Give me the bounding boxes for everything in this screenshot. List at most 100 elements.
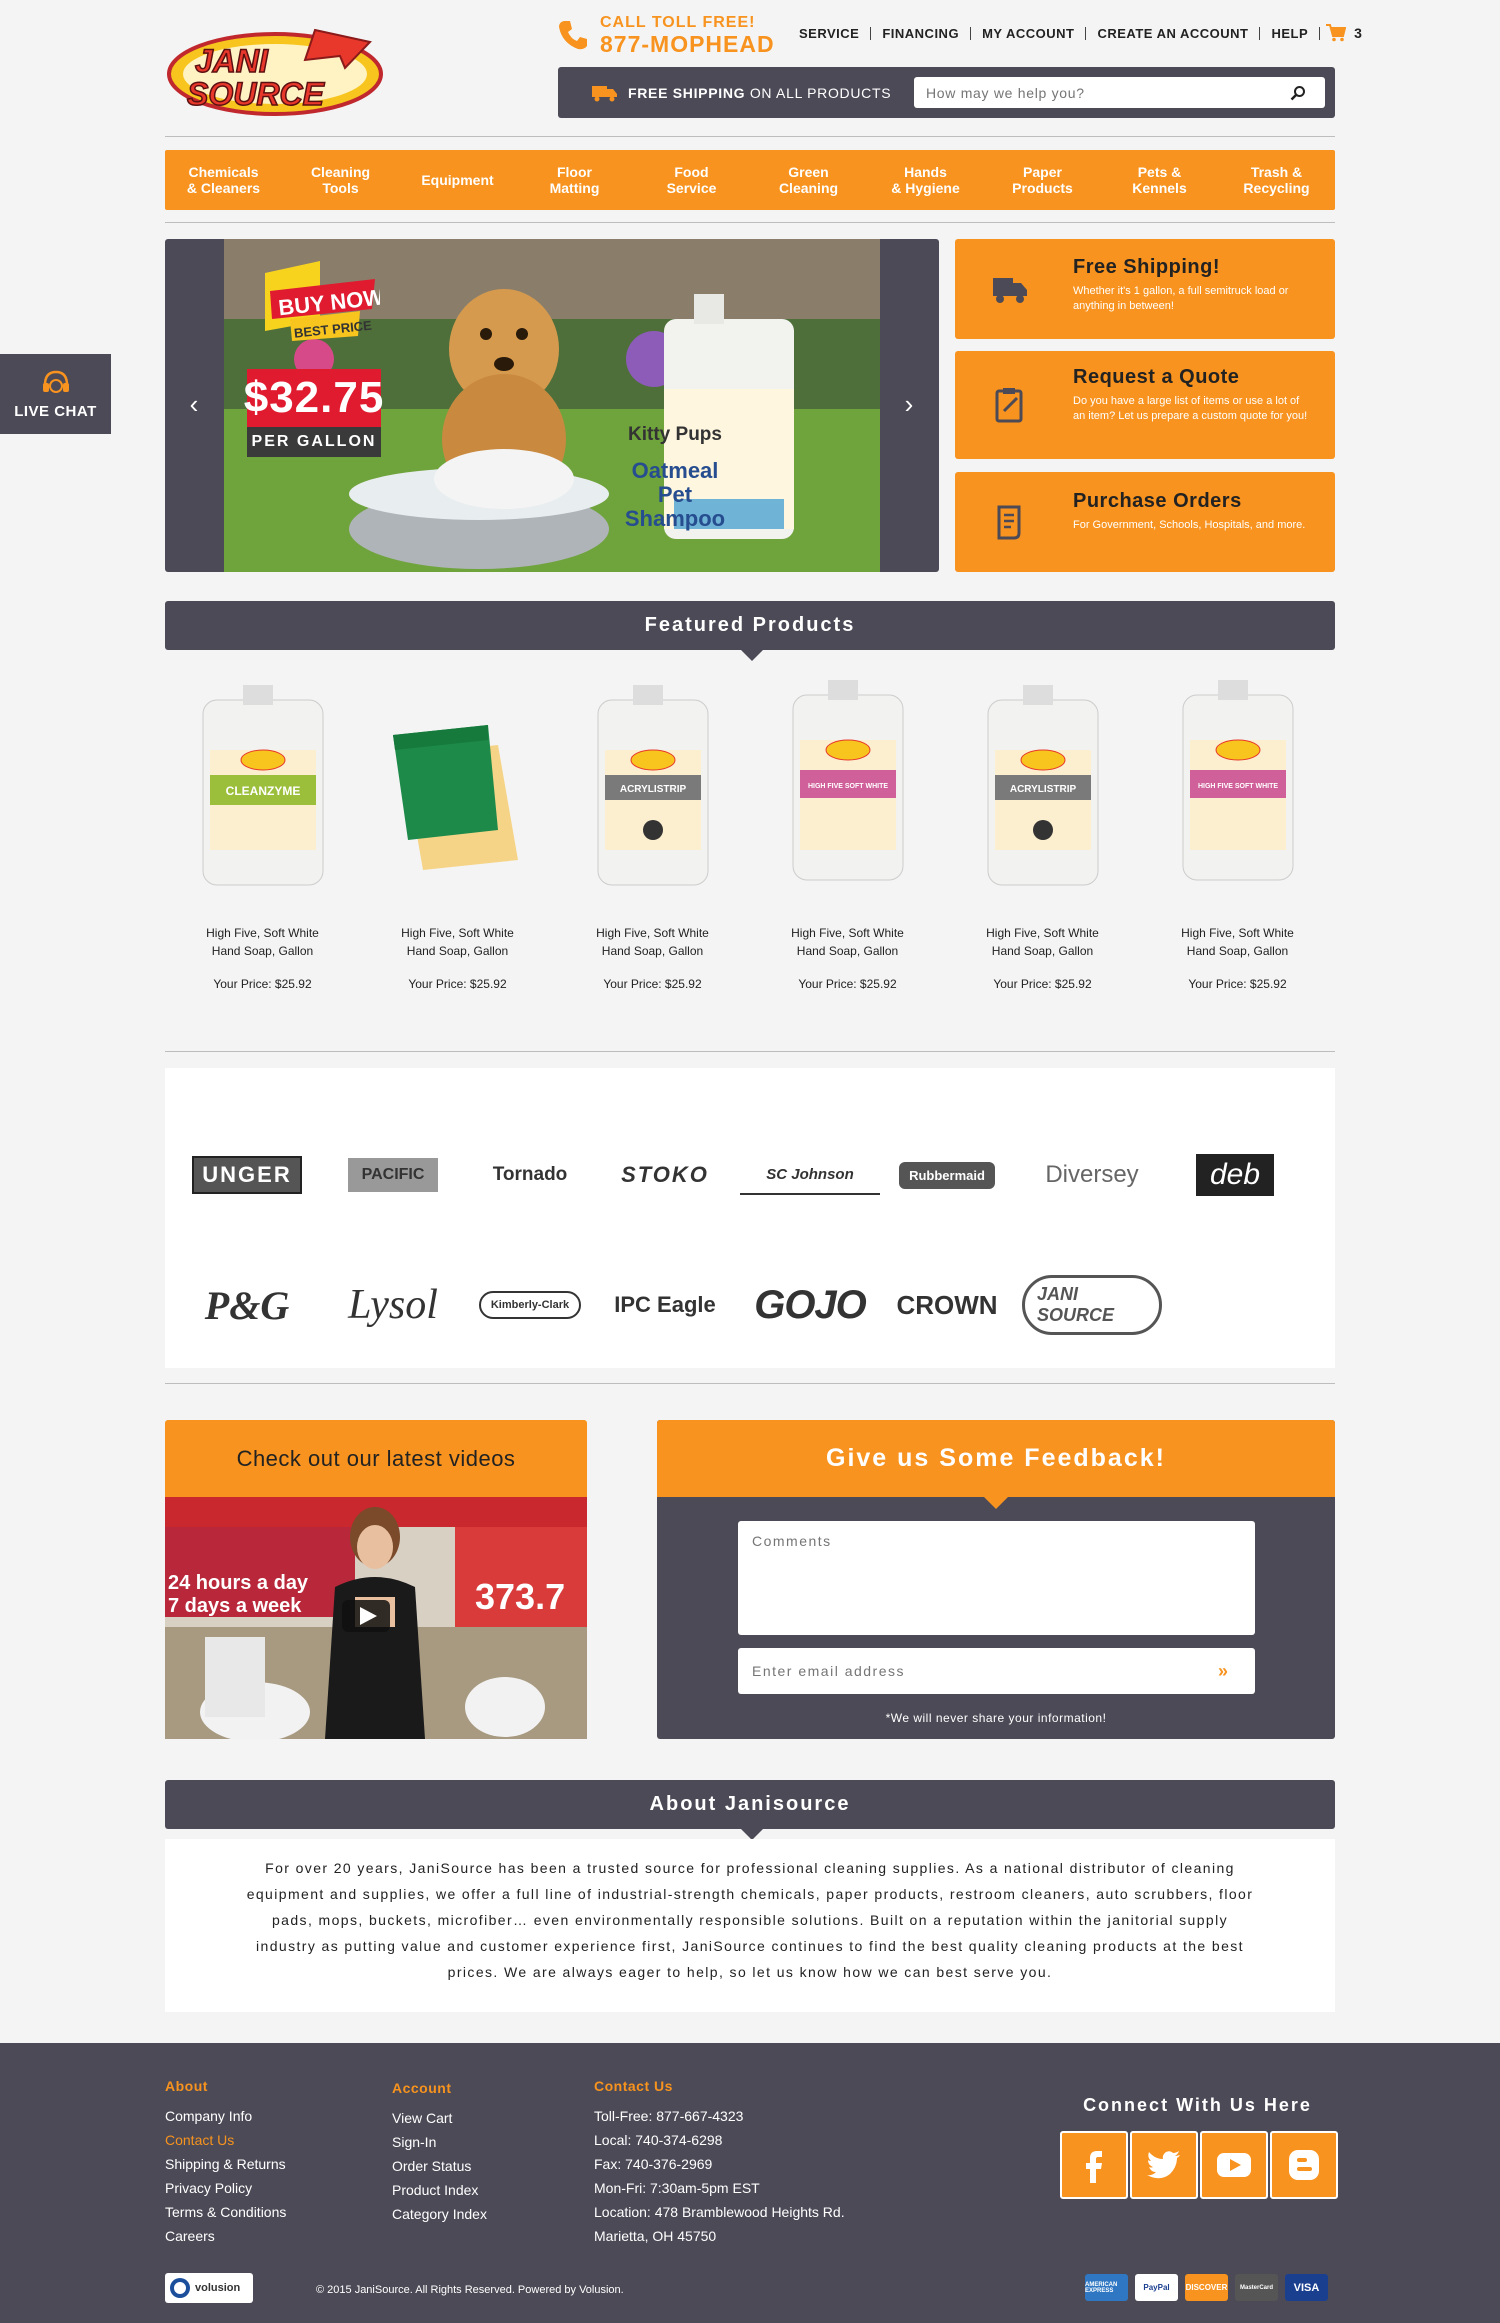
product-card[interactable]: HIGH FIVE SOFT WHITE High Five, Soft Whi… [1140,680,1335,1020]
product-card[interactable]: HIGH FIVE SOFT WHITE High Five, Soft Whi… [750,680,945,1020]
product-name[interactable]: High Five, Soft White Hand Soap, Gallon [945,924,1140,960]
twitter-button[interactable] [1130,2131,1198,2199]
contact-line: Mon-Fri: 7:30am-5pm EST [594,2180,760,2196]
product-price: Your Price: $25.92 [213,977,312,991]
footer-link[interactable]: Category Index [392,2202,487,2226]
brand-lysol[interactable]: Lysol [323,1270,463,1340]
product-name[interactable]: High Five, Soft White Hand Soap, Gallon [555,924,750,960]
promo-desc: Do you have a large list of items or use… [1073,395,1308,422]
category-paper-products[interactable]: Paper Products [984,150,1101,210]
brand-stoko[interactable]: STOKO [595,1140,735,1210]
email-field[interactable] [738,1651,1198,1691]
product-image[interactable]: CLEANZYME [188,680,338,910]
cart-button[interactable]: 3 [1326,24,1362,42]
footer-link[interactable]: Privacy Policy [165,2176,286,2200]
product-name[interactable]: High Five, Soft White Hand Soap, Gallon [750,924,945,960]
nav-service[interactable]: SERVICE [795,26,872,40]
paypal-icon: PayPal [1135,2274,1178,2301]
search-input[interactable] [914,78,1284,107]
facebook-icon [1086,2151,1102,2183]
products-divider [165,1051,1335,1052]
slider-next-button[interactable]: › [894,389,924,419]
promo-free-shipping[interactable]: Free Shipping! Whether it's 1 gallon, a … [955,239,1335,339]
brand-gojo[interactable]: GOJO [740,1270,880,1340]
blogger-icon [1289,2150,1319,2180]
brand-scjohnson[interactable]: SC Johnson [740,1155,880,1195]
footer-about: About Company Info Contact Us Shipping &… [165,2078,286,2248]
svg-text:SOURCE: SOURCE [187,76,326,112]
nav-create-account[interactable]: CREATE AN ACCOUNT [1086,26,1261,40]
footer-link[interactable]: Order Status [392,2154,487,2178]
product-card[interactable]: ACRYLISTRIP High Five, Soft White Hand S… [945,680,1140,1020]
hero-slider[interactable]: BUY NOW BEST PRICE $32.75 PER GALLON Kit… [165,239,939,572]
category-equipment[interactable]: Equipment [399,150,516,210]
category-hands-hygiene[interactable]: Hands & Hygiene [867,150,984,210]
live-chat-button[interactable]: LIVE CHAT [0,354,111,434]
submit-arrow-icon[interactable]: » [1218,1661,1228,1682]
product-image[interactable]: HIGH FIVE SOFT WHITE [1163,680,1313,910]
slider-prev-button[interactable]: ‹ [179,389,209,419]
category-pets-kennels[interactable]: Pets & Kennels [1101,150,1218,210]
product-price: Your Price: $25.92 [603,977,702,991]
brand-deb[interactable]: deb [1165,1140,1305,1210]
brand-ipc-eagle[interactable]: IPC Eagle [595,1270,735,1340]
svg-text:JANI: JANI [195,43,269,79]
footer-link[interactable]: Sign-In [392,2130,487,2154]
product-name[interactable]: High Five, Soft White Hand Soap, Gallon [165,924,360,960]
footer-link[interactable]: Terms & Conditions [165,2200,286,2224]
category-food-service[interactable]: Food Service [633,150,750,210]
product-name[interactable]: High Five, Soft White Hand Soap, Gallon [360,924,555,960]
toll-free-phone[interactable]: CALL TOLL FREE! 877-MOPHEAD [556,14,775,57]
footer-link[interactable]: Company Info [165,2104,286,2128]
product-image[interactable] [383,680,533,910]
blogger-button[interactable] [1270,2131,1338,2199]
email-row: » [738,1648,1255,1694]
brand-rubbermaid[interactable]: Rubbermaid [877,1140,1017,1210]
nav-help[interactable]: HELP [1260,26,1321,40]
about-text: For over 20 years, JaniSource has been a… [246,1860,1254,1980]
brand-tornado[interactable]: Tornado [460,1140,600,1210]
product-name[interactable]: High Five, Soft White Hand Soap, Gallon [1140,924,1335,960]
promo-request-quote[interactable]: Request a Quote Do you have a large list… [955,351,1335,459]
promo-purchase-orders[interactable]: Purchase Orders For Government, Schools,… [955,472,1335,572]
social-links [1060,2131,1338,2199]
brand-crown[interactable]: CROWN [877,1270,1017,1340]
search-icon[interactable] [1290,85,1306,101]
brand-diversey[interactable]: Diversey [1022,1140,1162,1210]
contact-line: Location: 478 Bramblewood Heights Rd. [594,2204,845,2220]
brand-pacific[interactable]: PACIFIC [323,1140,463,1210]
brand-unger[interactable]: UNGER [177,1140,317,1210]
privacy-note: *We will never share your information! [885,1711,1107,1725]
brand-pg[interactable]: P&G [177,1270,317,1340]
product-card[interactable]: ACRYLISTRIP High Five, Soft White Hand S… [555,680,750,1020]
feedback-form: Give us Some Feedback! » *We will never … [657,1420,1335,1739]
footer-link[interactable]: Careers [165,2224,286,2248]
product-image[interactable]: ACRYLISTRIP [968,680,1118,910]
category-cleaning-tools[interactable]: Cleaning Tools [282,150,399,210]
nav-my-account[interactable]: MY ACCOUNT [971,26,1087,40]
nav-divider [165,222,1335,223]
facebook-button[interactable] [1060,2131,1128,2199]
comments-field[interactable] [738,1521,1255,1635]
brand-janisource[interactable]: JANI SOURCE [1022,1270,1162,1340]
videos-title: Check out our latest videos [165,1420,587,1497]
top-nav: SERVICE FINANCING MY ACCOUNT CREATE AN A… [795,24,1362,42]
product-image[interactable]: HIGH FIVE SOFT WHITE [773,680,923,910]
brand-kimberly-clark[interactable]: Kimberly-Clark [460,1270,600,1340]
footer-link[interactable]: Product Index [392,2178,487,2202]
category-green-cleaning[interactable]: Green Cleaning [750,150,867,210]
footer-link[interactable]: Contact Us [165,2128,286,2152]
product-image[interactable]: ACRYLISTRIP [578,680,728,910]
nav-financing[interactable]: FINANCING [871,26,972,40]
product-card[interactable]: CLEANZYME High Five, Soft White Hand Soa… [165,680,360,1020]
video-player[interactable]: 24 hours a day 7 days a week 373.7 [165,1497,587,1739]
category-chemicals[interactable]: Chemicals & Cleaners [165,150,282,210]
category-trash-recycling[interactable]: Trash & Recycling [1218,150,1335,210]
footer-link[interactable]: Shipping & Returns [165,2152,286,2176]
footer-link[interactable]: View Cart [392,2106,487,2130]
product-card[interactable]: High Five, Soft White Hand Soap, Gallon … [360,680,555,1020]
category-floor-matting[interactable]: Floor Matting [516,150,633,210]
janisource-logo[interactable]: JANI SOURCE [165,20,390,120]
youtube-button[interactable] [1200,2131,1268,2199]
volusion-badge[interactable]: volusion [165,2273,253,2303]
